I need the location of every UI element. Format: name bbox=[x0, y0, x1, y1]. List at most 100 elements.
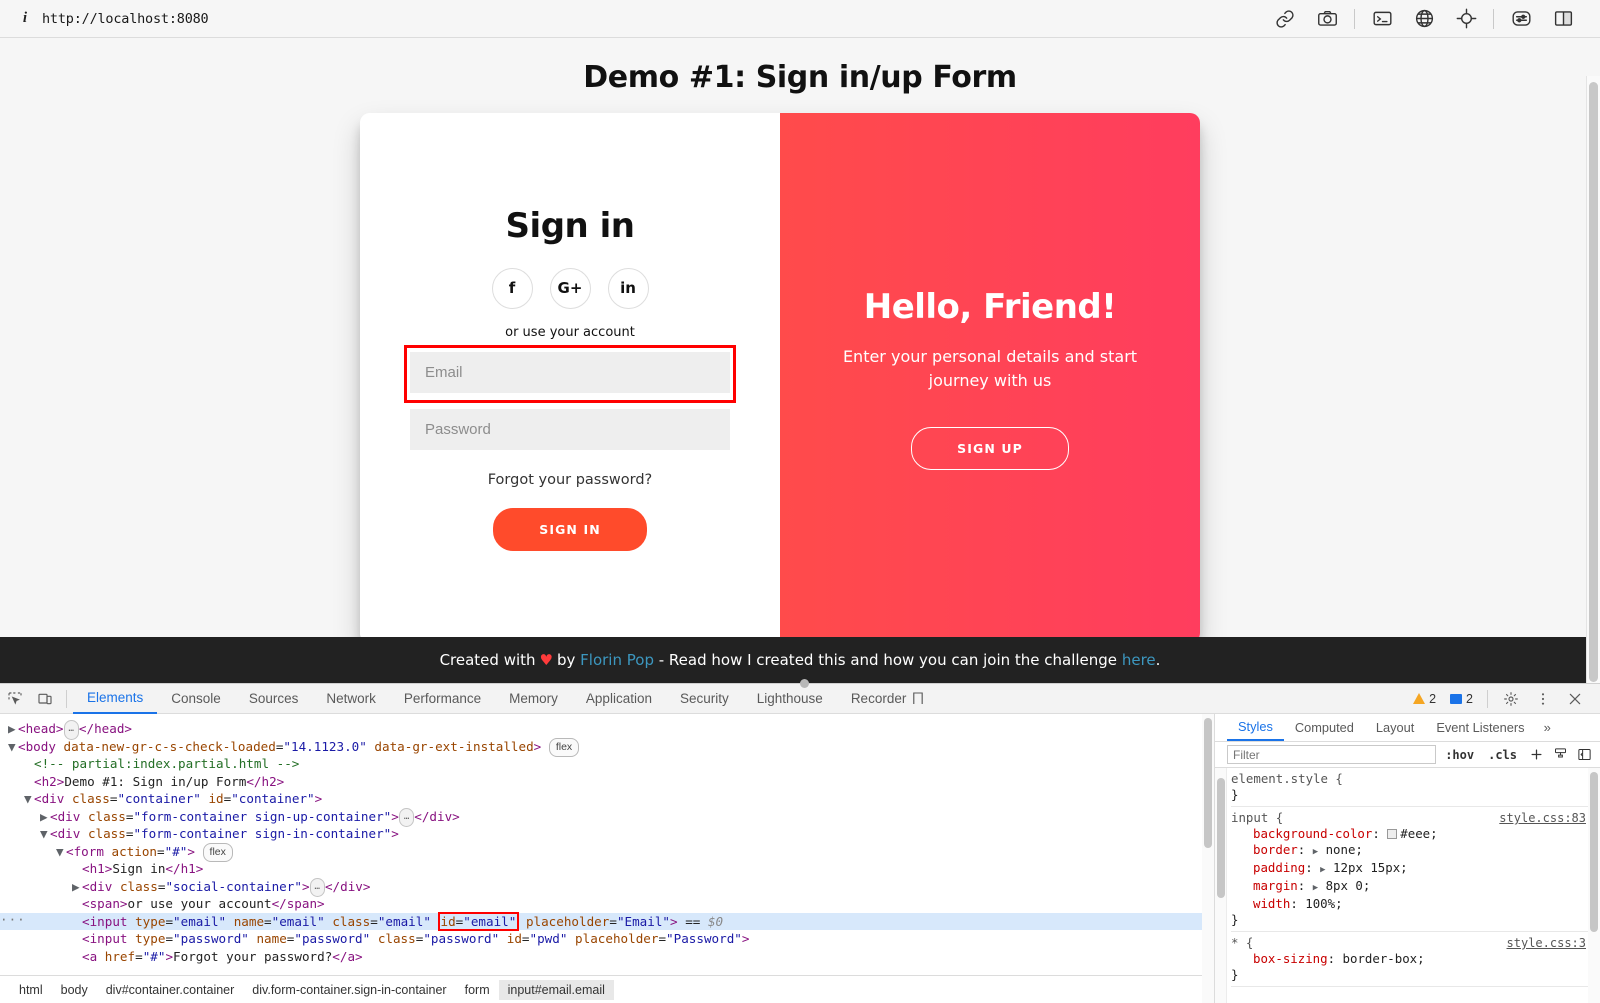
warnings-badge[interactable]: 2 bbox=[1407, 691, 1442, 707]
site-footer: Created with ♥ by Florin Pop - Read how … bbox=[0, 637, 1600, 683]
facebook-link[interactable]: f bbox=[491, 267, 533, 309]
tab-console[interactable]: Console bbox=[157, 684, 235, 714]
dom-node[interactable]: ▼ <form action="#"> flex bbox=[0, 842, 1214, 862]
sign-up-button[interactable]: Sign Up bbox=[911, 426, 1069, 470]
forgot-password-link[interactable]: Forgot your password? bbox=[488, 472, 653, 488]
more-options-icon[interactable] bbox=[1528, 684, 1558, 714]
inspect-element-icon[interactable] bbox=[0, 684, 30, 714]
crosshair-icon[interactable] bbox=[1445, 0, 1487, 38]
tab-performance[interactable]: Performance bbox=[390, 684, 495, 714]
style-value: : ▶ 12px 15px; bbox=[1305, 860, 1408, 875]
page-scrollbar-thumb[interactable] bbox=[1589, 82, 1598, 682]
terminal-icon[interactable] bbox=[1361, 0, 1403, 38]
tab-event-listeners[interactable]: Event Listeners bbox=[1425, 714, 1535, 741]
dom-tree[interactable]: ▶ <head>… </head> ▼ <body data-new-gr-c-s-ch… bbox=[0, 714, 1214, 975]
author-link[interactable]: Florin Pop bbox=[580, 651, 654, 669]
styles-left-scrollbar[interactable] bbox=[1215, 768, 1227, 1003]
style-rule[interactable]: input {style.css:83 background-color: #ee… bbox=[1231, 807, 1600, 932]
linkedin-link[interactable]: in bbox=[607, 267, 649, 309]
style-declaration[interactable]: margin: ▶ 8px 0; bbox=[1231, 878, 1600, 896]
tab-styles[interactable]: Styles bbox=[1227, 714, 1284, 741]
password-input[interactable] bbox=[410, 408, 730, 450]
devtools-resize-handle[interactable] bbox=[0, 679, 1600, 688]
url-text[interactable]: http://localhost:8080 bbox=[42, 11, 209, 27]
style-rule-source[interactable]: style.css:83 bbox=[1499, 810, 1586, 826]
google-plus-link[interactable]: G+ bbox=[549, 267, 591, 309]
email-input[interactable] bbox=[410, 351, 730, 393]
camera-icon[interactable] bbox=[1306, 0, 1348, 38]
tab-memory[interactable]: Memory bbox=[495, 684, 572, 714]
styles-scrollbar[interactable] bbox=[1588, 768, 1600, 1003]
cls-toggle-button[interactable]: .cls bbox=[1483, 748, 1522, 762]
style-rule-source[interactable]: style.css:3 bbox=[1507, 935, 1586, 951]
dom-node[interactable]: <input type="password" name="password" c… bbox=[0, 930, 1214, 948]
breadcrumb-item[interactable]: body bbox=[52, 980, 97, 1000]
breadcrumb-item[interactable]: div.form-container.sign-in-container bbox=[243, 980, 455, 1000]
toggle-sidebar-icon[interactable] bbox=[1574, 745, 1594, 765]
new-style-rule-icon[interactable] bbox=[1526, 745, 1546, 765]
breadcrumb-item[interactable]: div#container.container bbox=[97, 980, 244, 1000]
close-icon[interactable] bbox=[1560, 684, 1590, 714]
style-rule-close: } bbox=[1231, 912, 1239, 927]
style-declaration[interactable]: width: 100%; bbox=[1231, 896, 1600, 912]
style-property: background-color bbox=[1253, 826, 1373, 841]
tab-network[interactable]: Network bbox=[312, 684, 390, 714]
dom-node[interactable]: ▶ <div class="social-container">… </div> bbox=[0, 877, 1214, 897]
style-declaration[interactable]: padding: ▶ 12px 15px; bbox=[1231, 860, 1600, 878]
hov-toggle-button[interactable]: :hov bbox=[1440, 748, 1479, 762]
breadcrumb-item[interactable]: html bbox=[10, 980, 52, 1000]
browser-toolbar-icons bbox=[1264, 0, 1600, 38]
tab-elements[interactable]: Elements bbox=[73, 684, 158, 714]
gear-icon[interactable] bbox=[1496, 684, 1526, 714]
globe-icon[interactable] bbox=[1403, 0, 1445, 38]
dom-node[interactable]: ▶ <head>… </head> bbox=[0, 720, 1214, 740]
dom-tree-scrollbar-thumb[interactable] bbox=[1204, 718, 1212, 848]
dom-node-selected[interactable]: <input type="email" name="email" class="… bbox=[0, 911, 1214, 931]
split-panel-icon[interactable] bbox=[1542, 0, 1584, 38]
style-declaration[interactable]: border: ▶ none; bbox=[1231, 842, 1600, 860]
challenge-here-link[interactable]: here bbox=[1122, 651, 1156, 669]
messages-badge[interactable]: 2 bbox=[1444, 691, 1479, 707]
tab-layout[interactable]: Layout bbox=[1365, 714, 1425, 741]
dom-node[interactable]: <!-- partial:index.partial.html --> bbox=[0, 755, 1214, 773]
style-rule-selector: * { bbox=[1231, 935, 1254, 950]
dom-node[interactable]: ▼ <div class="form-container sign-in-cont… bbox=[0, 825, 1214, 843]
link-icon[interactable] bbox=[1264, 0, 1306, 38]
styles-scrollbar-thumb[interactable] bbox=[1590, 772, 1598, 932]
style-rule[interactable]: * {style.css:3 box-sizing: border-box;} bbox=[1231, 932, 1600, 987]
dom-node[interactable]: ▼ <div class="container" id="container"> bbox=[0, 790, 1214, 808]
tab-lighthouse[interactable]: Lighthouse bbox=[743, 684, 837, 714]
styles-tabs-overflow-icon[interactable]: » bbox=[1536, 720, 1559, 735]
sign-in-button[interactable]: Sign In bbox=[493, 507, 647, 551]
tab-sources[interactable]: Sources bbox=[235, 684, 313, 714]
breadcrumb-item[interactable]: input#email.email bbox=[498, 979, 614, 1000]
styles-rules-list[interactable]: element.style {} input {style.css:83 backg… bbox=[1215, 768, 1600, 1003]
tab-security[interactable]: Security bbox=[666, 684, 743, 714]
devtools-resize-grip[interactable] bbox=[800, 679, 809, 688]
dom-node[interactable]: <h1>Sign in</h1> bbox=[0, 860, 1214, 878]
device-toolbar-icon[interactable] bbox=[30, 684, 60, 714]
color-swatch bbox=[1387, 829, 1398, 839]
styles-filter-input[interactable] bbox=[1227, 745, 1437, 764]
dom-node[interactable]: <a href="#">Forgot your password?</a> bbox=[0, 948, 1214, 966]
dom-tree-scrollbar[interactable] bbox=[1202, 714, 1214, 1003]
tab-computed[interactable]: Computed bbox=[1284, 714, 1365, 741]
style-rule[interactable]: element.style {} bbox=[1231, 768, 1600, 807]
style-declaration[interactable]: background-color: #eee; bbox=[1231, 826, 1600, 842]
style-declaration[interactable]: box-sizing: border-box; bbox=[1231, 951, 1600, 967]
auth-card-container: Sign in f G+ in or use your account Forg… bbox=[360, 113, 1200, 643]
page-scrollbar[interactable] bbox=[1586, 76, 1600, 683]
tab-recorder[interactable]: Recorder ⨅ bbox=[837, 684, 938, 714]
sliders-icon[interactable] bbox=[1500, 0, 1542, 38]
dom-node[interactable]: ▼ <body data-new-gr-c-s-check-loaded="14.… bbox=[0, 737, 1214, 757]
page-viewport: Demo #1: Sign in/up Form Sign in f G+ in… bbox=[0, 38, 1600, 683]
breadcrumb-item[interactable]: form bbox=[456, 980, 499, 1000]
styles-left-scrollbar-thumb[interactable] bbox=[1217, 778, 1225, 898]
computed-styles-sidebar-icon[interactable] bbox=[1550, 745, 1570, 765]
dom-node[interactable]: <h2>Demo #1: Sign in/up Form</h2> bbox=[0, 773, 1214, 791]
style-property: width bbox=[1253, 896, 1291, 911]
tab-application[interactable]: Application bbox=[572, 684, 666, 714]
style-value: : ▶ 8px 0; bbox=[1297, 878, 1371, 893]
dom-node[interactable]: <span>or use your account</span> bbox=[0, 895, 1214, 913]
dom-node[interactable]: ▶ <div class="form-container sign-up-cont… bbox=[0, 807, 1214, 827]
